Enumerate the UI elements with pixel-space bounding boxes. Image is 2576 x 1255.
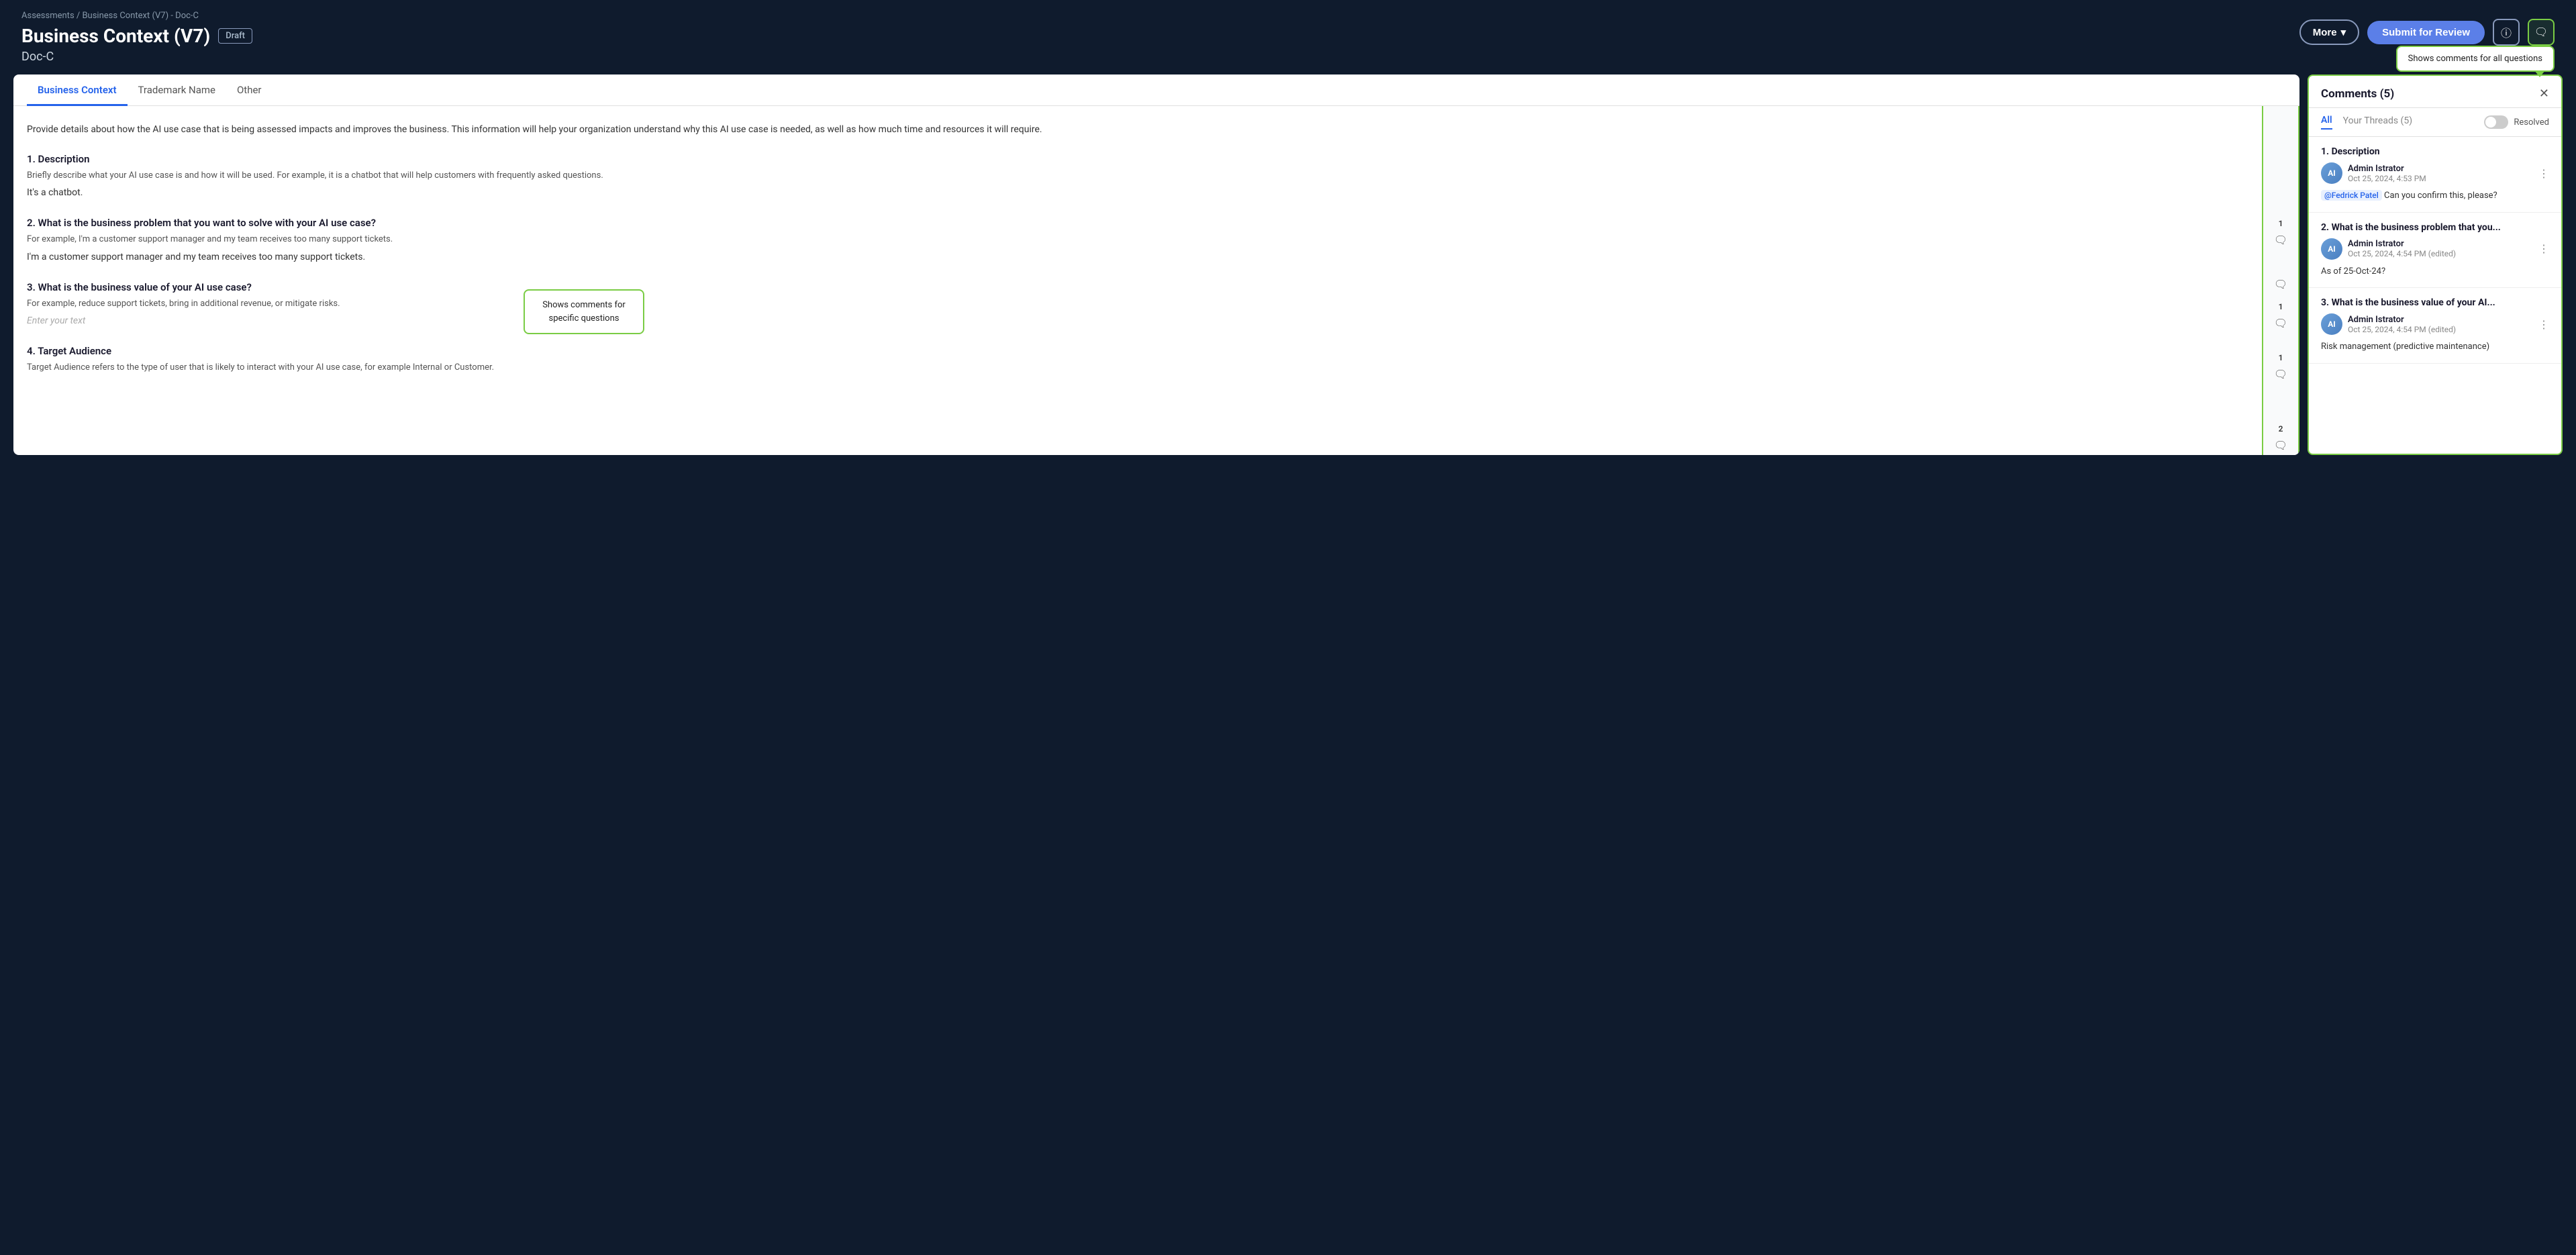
subtitle: Doc-C (21, 50, 2555, 64)
comment-count-q1: 1 (2279, 219, 2283, 228)
resolved-toggle[interactable] (2484, 115, 2508, 129)
comment-icon: 🗨 (2534, 26, 2548, 39)
comment-author-1: Admin Istrator (2348, 164, 2533, 174)
filter-threads-tab[interactable]: Your Threads (5) (2343, 115, 2412, 129)
question-answer-2: I'm a customer support manager and my te… (27, 252, 2248, 262)
tab-trademark-name[interactable]: Trademark Name (128, 74, 226, 106)
comment-text-1: Can you confirm this, please? (2384, 191, 2497, 201)
question-block-4: 4. Target Audience Target Audience refer… (27, 345, 2248, 374)
comment-icon-q3[interactable]: 🗨 (2271, 365, 2290, 384)
question-hint-2: For example, I'm a customer support mana… (27, 233, 2248, 246)
submit-review-button[interactable]: Submit for Review (2367, 21, 2485, 44)
comment-body-1: @Fedrick Patel Can you confirm this, ple… (2321, 189, 2549, 203)
info-icon-button[interactable]: ⓘ (2493, 19, 2520, 46)
tab-business-context[interactable]: Business Context (27, 74, 128, 106)
question-hint-4: Target Audience refers to the type of us… (27, 361, 2248, 374)
comments-list: 1. Description AI Admin Istrator Oct 25,… (2309, 137, 2561, 454)
question-placeholder-3: Enter your text (27, 315, 2248, 326)
tooltip-all-questions: Shows comments for all questions (2396, 46, 2555, 72)
comment-section-title-3: 3. What is the business value of your AI… (2321, 297, 2549, 308)
comment-time-1: Oct 25, 2024, 4:53 PM (2348, 174, 2533, 183)
comment-menu-2[interactable]: ⋮ (2538, 242, 2549, 255)
comment-menu-1[interactable]: ⋮ (2538, 167, 2549, 180)
comment-icon-q4[interactable]: 🗨 (2271, 436, 2290, 455)
more-label: More (2313, 27, 2337, 38)
question-block-2: 2. What is the business problem that you… (27, 217, 2248, 262)
comment-icon-q1[interactable]: 🗨 (2271, 231, 2290, 250)
comment-item-3: 3. What is the business value of your AI… (2309, 288, 2561, 364)
comments-toggle-button[interactable]: 🗨 (2528, 19, 2555, 46)
comment-section-title-2: 2. What is the business problem that you… (2321, 222, 2549, 233)
more-button[interactable]: More ▾ (2299, 19, 2359, 45)
form-intro: Provide details about how the AI use cas… (27, 122, 2248, 137)
question-title-1: 1. Description (27, 153, 2248, 165)
question-title-3: 3. What is the business value of your AI… (27, 281, 2248, 293)
comment-author-2: Admin Istrator (2348, 239, 2533, 249)
question-hint-3: For example, reduce support tickets, bri… (27, 297, 2248, 311)
question-block-3: 3. What is the business value of your AI… (27, 281, 2248, 327)
breadcrumb: Assessments / Business Context (V7) - Do… (21, 11, 2555, 21)
comment-count-q3: 1 (2279, 353, 2283, 362)
question-title-2: 2. What is the business problem that you… (27, 217, 2248, 229)
comment-count-q2: 1 (2279, 302, 2283, 311)
comment-icon-q2-empty[interactable]: 🗨 (2271, 275, 2290, 294)
tab-other[interactable]: Other (226, 74, 273, 106)
avatar-2: AI (2321, 238, 2342, 260)
comment-icon-q2[interactable]: 🗨 (2271, 314, 2290, 333)
info-icon: ⓘ (2501, 24, 2512, 40)
question-hint-1: Briefly describe what your AI use case i… (27, 169, 2248, 183)
avatar-1: AI (2321, 162, 2342, 184)
filter-resolved-label: Resolved (2514, 117, 2549, 128)
comments-panel: Comments (5) ✕ All Your Threads (5) Reso… (2308, 74, 2563, 455)
comment-section-title-1: 1. Description (2321, 146, 2549, 157)
close-comments-button[interactable]: ✕ (2539, 87, 2549, 101)
chevron-down-icon: ▾ (2341, 26, 2346, 38)
draft-badge: Draft (218, 28, 252, 44)
tooltip-specific-questions: Shows comments for specific questions (524, 289, 644, 334)
page-title: Business Context (V7) (21, 25, 210, 47)
question-answer-1: It's a chatbot. (27, 187, 2248, 198)
mention-tag-1: @Fedrick Patel (2321, 190, 2382, 201)
question-title-4: 4. Target Audience (27, 345, 2248, 357)
comment-item-1: 1. Description AI Admin Istrator Oct 25,… (2309, 137, 2561, 213)
comment-menu-3[interactable]: ⋮ (2538, 318, 2549, 331)
comment-body-2: As of 25-Oct-24? (2321, 265, 2549, 279)
comment-time-3: Oct 25, 2024, 4:54 PM (edited) (2348, 325, 2533, 334)
comment-author-3: Admin Istrator (2348, 315, 2533, 325)
comment-time-2: Oct 25, 2024, 4:54 PM (edited) (2348, 249, 2533, 258)
filter-all-tab[interactable]: All (2321, 115, 2332, 130)
comment-body-3: Risk management (predictive maintenance) (2321, 340, 2549, 354)
avatar-3: AI (2321, 313, 2342, 335)
comments-title: Comments (5) (2321, 87, 2394, 101)
question-block-1: 1. Description Briefly describe what you… (27, 153, 2248, 199)
comment-item-2: 2. What is the business problem that you… (2309, 213, 2561, 289)
comment-count-q4: 2 (2279, 424, 2283, 434)
